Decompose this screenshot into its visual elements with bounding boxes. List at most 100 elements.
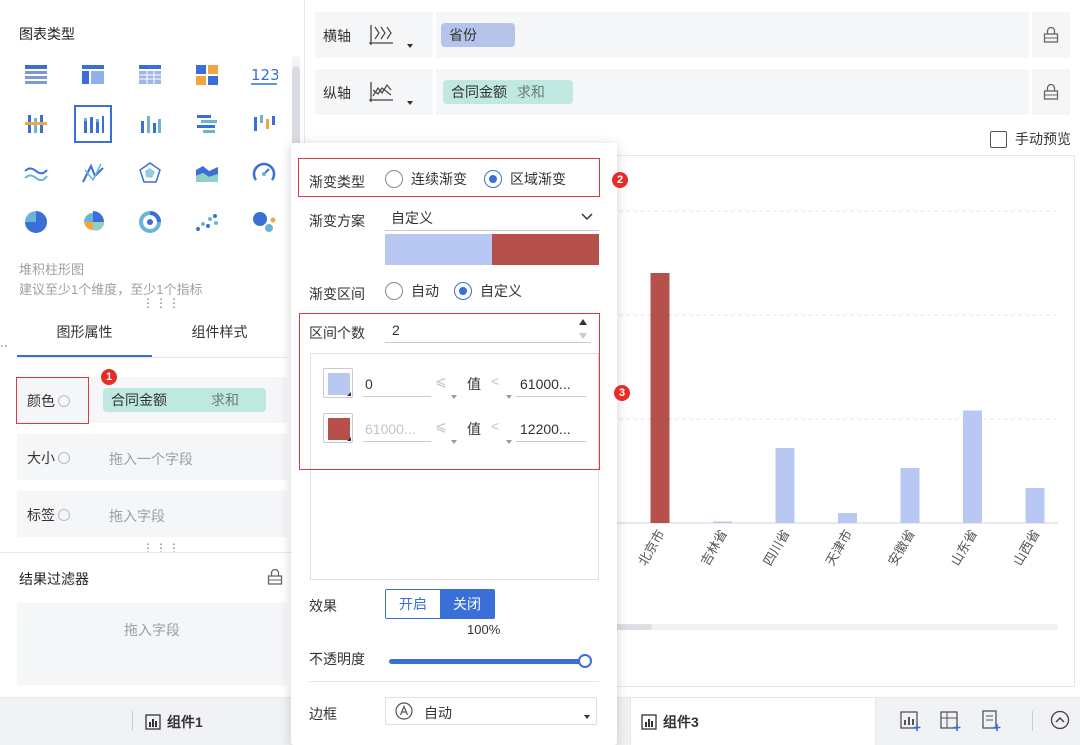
stacked-column-icon[interactable] <box>74 105 112 143</box>
y-axis-field-pill[interactable]: 合同金额 求和 <box>443 80 573 104</box>
bar-天津市[interactable] <box>838 513 857 523</box>
grouped-bar-icon[interactable] <box>17 105 55 143</box>
component-tab-1[interactable]: 组件1 <box>145 698 203 745</box>
line-icon[interactable] <box>17 154 55 192</box>
x-tick-label: 安徽省 <box>885 527 917 568</box>
radar-icon[interactable] <box>131 154 169 192</box>
gradient-scheme-select[interactable]: 自定义 <box>385 205 599 231</box>
property-tabs: 图形属性 组件样式 <box>17 312 287 358</box>
resize-grip-bottom[interactable]: ⋮⋮⋮ <box>142 542 181 554</box>
rose-pie-icon[interactable] <box>74 203 112 241</box>
x-axis-field-zone[interactable]: 省份 <box>436 12 1029 58</box>
column-icon[interactable] <box>131 105 169 143</box>
label-prop-label: 标签 <box>27 505 70 525</box>
popup-divider <box>309 681 599 682</box>
resize-grip-top[interactable]: ⋮⋮⋮ <box>142 297 181 309</box>
y-axis-lock-icon <box>1043 84 1059 100</box>
add-cross-table-icon[interactable] <box>940 710 962 735</box>
bar-吉林省[interactable] <box>713 521 732 524</box>
y-axis-field-zone[interactable]: 合同金额 求和 <box>436 69 1029 115</box>
effect-toggle: 开启 关闭 <box>385 589 495 619</box>
gradient-range-custom[interactable]: 自定义 <box>454 281 522 301</box>
gradient-range-label: 渐变区间 <box>309 286 365 302</box>
collapse-up-icon[interactable] <box>1050 710 1070 733</box>
chart-scrollbar-thumb[interactable] <box>612 624 652 630</box>
manual-preview-checkbox[interactable] <box>990 130 1007 148</box>
y-axis-label-box: 纵轴 <box>315 69 433 115</box>
area-icon[interactable] <box>188 154 226 192</box>
color-field-pill[interactable]: 合同金额 求和 <box>103 388 266 412</box>
add-chart-component-icon[interactable] <box>900 710 922 735</box>
manual-preview-label: 手动预览 <box>1015 131 1071 147</box>
gradient-range-custom-label: 自定义 <box>480 283 522 299</box>
gauge-icon[interactable] <box>245 154 283 192</box>
x-axis-field-pill[interactable]: 省份 <box>441 23 515 47</box>
radar-line-icon[interactable] <box>74 154 112 192</box>
gradient-range-auto[interactable]: 自动 <box>385 281 439 301</box>
y-axis-dropdown-caret[interactable] <box>407 101 413 105</box>
svg-text:123: 123 <box>251 66 278 84</box>
cross-table-icon[interactable] <box>74 56 112 94</box>
chart-area: 北京市 吉林省 四川省 天津市 安徽省 山东省 山西省 <box>612 155 1075 687</box>
x-tick-label: 山东省 <box>948 527 980 568</box>
x-axis-label-box: 横轴 <box>315 12 433 58</box>
add-detail-table-icon[interactable] <box>980 710 1002 735</box>
table-icon[interactable] <box>17 56 55 94</box>
tab-shape-props[interactable]: 图形属性 <box>17 312 152 357</box>
component-tab-3[interactable]: 组件3 <box>630 698 876 745</box>
filter-lock-icon[interactable] <box>267 568 283 588</box>
effect-off-button[interactable]: 关闭 <box>440 590 494 618</box>
gradient-scheme-label: 渐变方案 <box>309 213 365 229</box>
bar-四川省[interactable] <box>775 448 795 523</box>
y-axis-sort-icon[interactable] <box>367 80 395 107</box>
component-tab-1-label: 组件1 <box>167 714 203 730</box>
size-drop-zone[interactable]: 拖入一个字段 <box>109 449 193 469</box>
tab-component-style[interactable]: 组件样式 <box>152 312 287 357</box>
waterfall-icon[interactable] <box>245 105 283 143</box>
ring-icon[interactable] <box>131 203 169 241</box>
kpi-block-icon[interactable] <box>188 56 226 94</box>
manual-preview[interactable]: 手动预览 <box>990 129 1071 149</box>
side-drag-handle[interactable]: ⋮ <box>0 340 9 353</box>
effect-label: 效果 <box>309 598 337 614</box>
x-axis-sort-icon[interactable] <box>367 23 395 50</box>
color-field-agg: 求和 <box>211 392 239 408</box>
size-gear-icon[interactable] <box>58 452 70 464</box>
bar-山西省[interactable] <box>1025 488 1045 523</box>
gradient-color-1 <box>385 234 492 265</box>
bar-北京市[interactable] <box>650 273 670 523</box>
detail-table-icon[interactable] <box>131 56 169 94</box>
pie-icon[interactable] <box>17 203 55 241</box>
opacity-slider-handle[interactable] <box>578 654 592 668</box>
bubble-icon[interactable] <box>245 203 283 241</box>
x-axis-label: 横轴 <box>323 28 351 44</box>
x-axis-lock-button[interactable] <box>1032 12 1070 58</box>
filter-drop-zone[interactable]: 拖入字段 <box>17 603 287 685</box>
y-axis-lock-button[interactable] <box>1032 69 1070 115</box>
number-card-icon[interactable]: 123 <box>245 56 283 94</box>
label-drop-zone[interactable]: 拖入字段 <box>109 506 165 526</box>
tab-separator-right <box>1032 711 1033 731</box>
gradient-range-auto-radio[interactable] <box>385 282 403 300</box>
opacity-slider-track[interactable] <box>389 659 585 664</box>
x-axis-dropdown-caret[interactable] <box>407 44 413 48</box>
gradient-range-auto-label: 自动 <box>411 283 439 299</box>
size-label-text: 大小 <box>27 450 55 466</box>
y-axis-label: 纵轴 <box>323 85 351 101</box>
scatter-icon[interactable] <box>188 203 226 241</box>
bar-安徽省[interactable] <box>900 468 920 523</box>
horizontal-bar-icon[interactable] <box>188 105 226 143</box>
border-dropdown-caret[interactable] <box>584 715 590 719</box>
component-chart-icon-3 <box>641 714 657 730</box>
x-tick-label: 吉林省 <box>698 527 730 568</box>
bar-山东省[interactable] <box>963 410 982 524</box>
label-prop-row: 标签 拖入字段 <box>17 491 287 537</box>
y-axis-field-name: 合同金额 <box>451 84 507 100</box>
annotation-badge-3: 3 <box>614 385 630 401</box>
effect-on-button[interactable]: 开启 <box>386 590 440 618</box>
chart-scrollbar-track[interactable] <box>612 624 1058 630</box>
label-gear-icon[interactable] <box>58 509 70 521</box>
border-select[interactable]: 自动 <box>385 697 597 725</box>
component-chart-icon <box>145 714 161 730</box>
gradient-range-custom-radio[interactable] <box>454 282 472 300</box>
